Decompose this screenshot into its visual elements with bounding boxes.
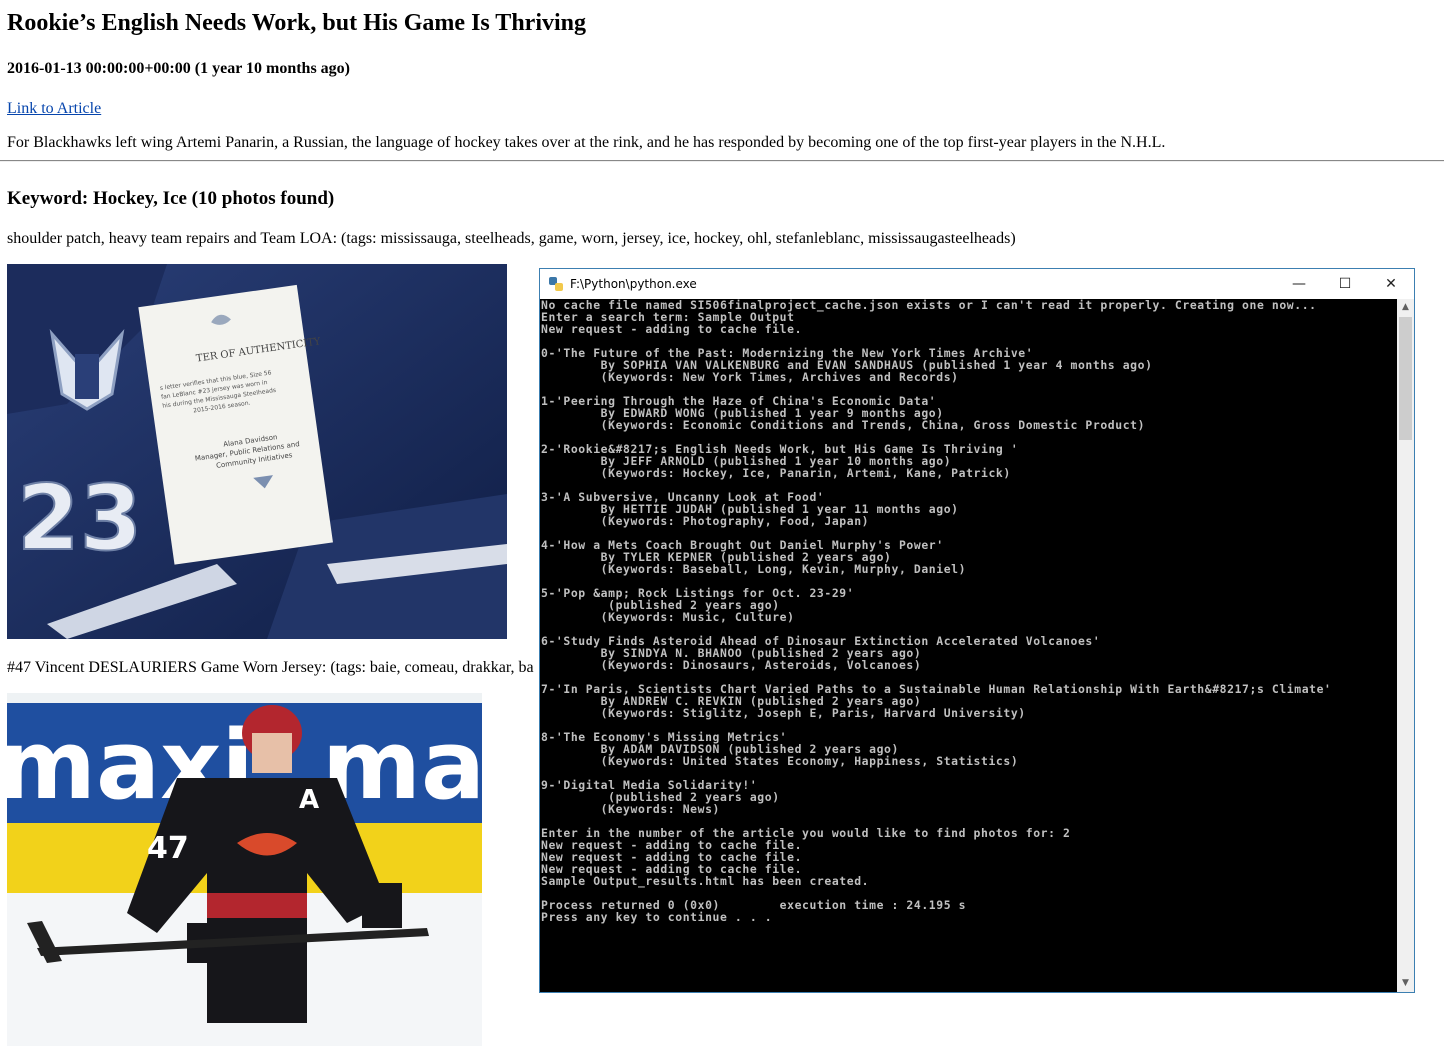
console-line: Sample Output_results.html has been crea… bbox=[541, 874, 870, 888]
keyword-heading: Keyword: Hockey, Ice (10 photos found) bbox=[7, 188, 335, 209]
scroll-down-icon[interactable]: ▼ bbox=[1397, 975, 1414, 992]
scroll-up-icon[interactable]: ▲ bbox=[1397, 299, 1414, 316]
console-line: Press any key to continue . . . bbox=[541, 910, 773, 924]
divider bbox=[0, 160, 1444, 162]
console-line: (Keywords: Hockey, Ice, Panarin, Artemi,… bbox=[541, 466, 1011, 480]
console-title: F:\Python\python.exe bbox=[570, 277, 697, 291]
console-line: (Keywords: Economic Conditions and Trend… bbox=[541, 418, 1146, 432]
hockey-player-photo: maxi ma 47 A bbox=[7, 693, 482, 1046]
console-output[interactable]: No cache file named SI506finalproject_ca… bbox=[540, 299, 1397, 992]
article-date: 2016-01-13 00:00:00+00:00 (1 year 10 mon… bbox=[7, 60, 351, 77]
console-line: (Keywords: Music, Culture) bbox=[541, 610, 795, 624]
console-line: (Keywords: Photography, Food, Japan) bbox=[541, 514, 870, 528]
photo-caption: shoulder patch, heavy team repairs and T… bbox=[7, 230, 1016, 247]
console-line: (Keywords: Stiglitz, Joseph E, Paris, Ha… bbox=[541, 706, 1026, 720]
console-line: (Keywords: News) bbox=[541, 802, 720, 816]
console-titlebar[interactable]: F:\Python\python.exe — ☐ ✕ bbox=[540, 269, 1414, 299]
jersey-number: 23 bbox=[17, 466, 142, 571]
python-icon bbox=[549, 277, 563, 291]
article-title: Rookie’s English Needs Work, but His Gam… bbox=[7, 10, 586, 36]
console-line: (Keywords: New York Times, Archives and … bbox=[541, 370, 959, 384]
jersey-photo: TER OF AUTHENTICITY s letter verifies th… bbox=[7, 264, 507, 639]
minimize-button[interactable]: — bbox=[1276, 269, 1322, 299]
console-line: (Keywords: Baseball, Long, Kevin, Murphy… bbox=[541, 562, 967, 576]
article-link[interactable]: Link to Article bbox=[7, 100, 101, 118]
article-summary: For Blackhawks left wing Artemi Panarin,… bbox=[7, 134, 1166, 151]
photo-caption: #47 Vincent DESLAURIERS Game Worn Jersey… bbox=[7, 659, 534, 676]
close-button[interactable]: ✕ bbox=[1368, 269, 1414, 299]
captain-letter: A bbox=[299, 785, 319, 815]
maximize-button[interactable]: ☐ bbox=[1322, 269, 1368, 299]
console-line: New request - adding to cache file. bbox=[541, 322, 803, 336]
scrollbar-thumb[interactable] bbox=[1399, 317, 1412, 440]
console-line: (Keywords: United States Economy, Happin… bbox=[541, 754, 1019, 768]
vertical-scrollbar[interactable]: ▲ ▼ bbox=[1397, 299, 1414, 992]
console-line: (Keywords: Dinosaurs, Asteroids, Volcano… bbox=[541, 658, 922, 672]
player-number: 47 bbox=[147, 831, 189, 866]
console-window: F:\Python\python.exe — ☐ ✕ No cache file… bbox=[539, 268, 1415, 993]
